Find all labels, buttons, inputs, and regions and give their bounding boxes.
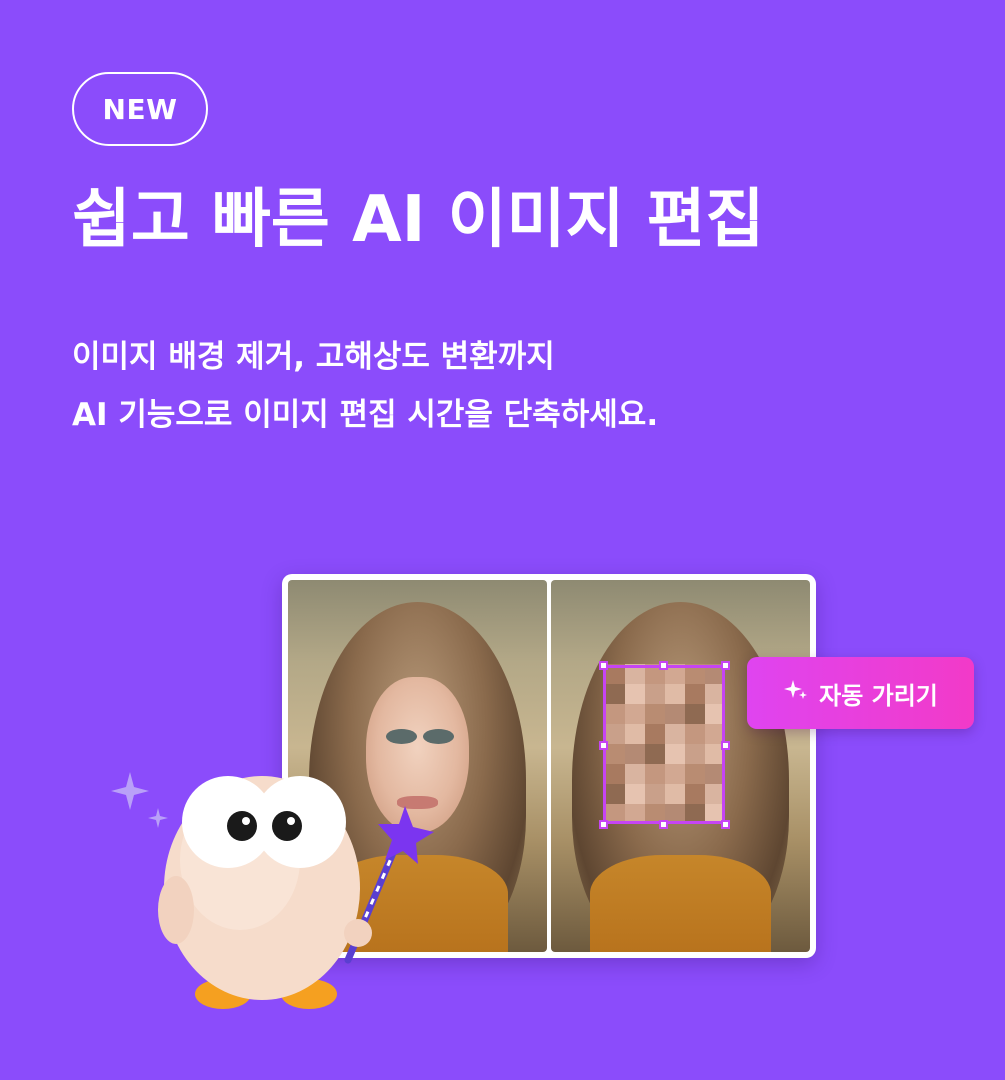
auto-mask-label: 자동 가리기 [819,681,938,710]
original-photo [288,580,547,952]
selection-handle-middle-right[interactable] [721,741,730,750]
selection-handle-top-middle[interactable] [659,661,668,670]
new-badge: NEW [72,72,208,146]
face-selection-box[interactable] [603,665,725,824]
page-description: 이미지 배경 제거, 고해상도 변환까지 AI 기능으로 이미지 편집 시간을 … [72,328,658,444]
description-line-2: AI 기능으로 이미지 편집 시간을 단축하세요. [72,397,659,433]
selection-handle-bottom-middle[interactable] [659,820,668,829]
sparkle-icon [783,677,809,709]
selection-handle-middle-left[interactable] [599,741,608,750]
description-line-1: 이미지 배경 제거, 고해상도 변환까지 [72,339,555,375]
before-after-card [282,574,816,958]
selection-handle-bottom-right[interactable] [721,820,730,829]
auto-mask-button[interactable]: 자동 가리기 [747,657,974,729]
selection-handle-top-right[interactable] [721,661,730,670]
page-title: 쉽고 빠른 AI 이미지 편집 [72,183,765,257]
sparkle-decoration-icon [111,772,168,828]
selection-handle-bottom-left[interactable] [599,820,608,829]
selection-handle-top-left[interactable] [599,661,608,670]
